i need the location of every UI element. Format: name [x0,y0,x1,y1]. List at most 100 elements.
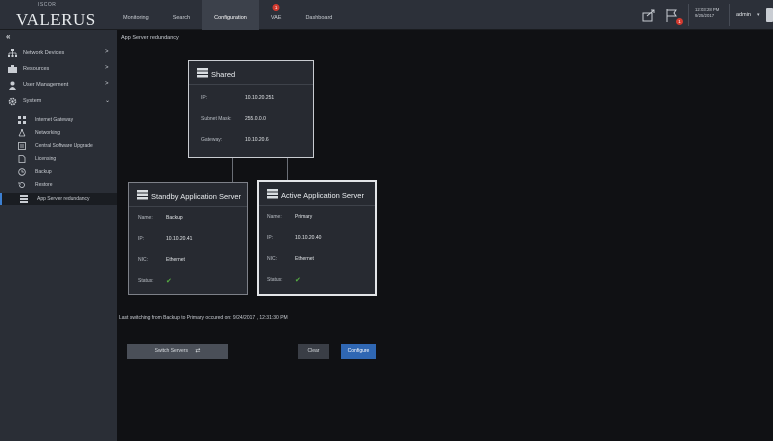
tab-search[interactable]: Search [161,0,202,30]
nic-label: NIC: [267,256,277,262]
divider [688,4,689,26]
last-switch-info: Last switching from Backup to Primary oc… [119,315,288,321]
sidebar-item-central-software-upgrade[interactable]: Central Software Upgrade [0,140,117,152]
status-ok-icon: ✔ [295,277,301,284]
sidebar-item-resources[interactable]: Resources > [0,62,117,77]
sidebar-item-label: Backup [35,169,52,175]
vae-badge: 1 [272,4,280,11]
clear-button[interactable]: Clear [298,344,329,359]
nic-value: Ethernet [295,256,314,262]
ip-value: 10.10.20.40 [295,235,322,241]
server-icon [137,190,148,200]
ip-label: IP: [267,235,274,241]
server-icon [197,68,208,78]
panel-title: Active Application Server [281,191,364,200]
gateway-value: 10.10.20.6 [245,137,269,143]
breadcrumb: App Server redundancy [121,35,179,41]
ip-value: 10.10.20.251 [245,95,275,101]
sidebar-item-label: App Server redundancy [37,196,90,202]
server-icon [20,195,28,203]
chevron-right-icon: > [105,81,109,87]
tab-label: Monitoring [123,15,149,21]
sidebar-item-internet-gateway[interactable]: Internet Gateway [0,114,117,126]
swap-icon: ⇄ [195,348,201,354]
user-menu[interactable]: admin [736,12,751,18]
resources-icon [8,65,17,74]
panel-title: Shared [211,70,236,79]
device-icon[interactable] [766,8,773,22]
connector-line [232,158,233,182]
backup-icon [18,168,26,176]
active-server-panel[interactable]: Active Application Server Name: Primary … [257,180,377,296]
sidebar-item-label: System [23,98,42,104]
top-bar: ISCOR VALERUS Monitoring Search Configur… [0,0,773,30]
tab-label: VAE [270,15,282,21]
nic-value: Ethernet [166,257,185,263]
sidebar-item-label: Networking [35,130,61,136]
sidebar-item-backup[interactable]: Backup [0,166,117,178]
subnet-mask-label: Subnet Mask: [201,116,232,122]
logo: ISCOR VALERUS [16,2,106,30]
button-label: Configure [347,348,370,354]
server-icon [267,189,278,199]
sidebar-item-label: Internet Gateway [35,117,74,123]
panel-title: Standby Application Server [151,192,242,201]
tab-vae[interactable]: 1 VAE [259,0,294,30]
license-icon [18,155,26,163]
sidebar-item-network-devices[interactable]: Network Devices > [0,46,117,61]
sidebar-item-label: Central Software Upgrade [35,143,93,149]
clock: 12:03:28 PM 9/25/2017 [695,7,725,19]
tab-monitoring[interactable]: Monitoring [111,0,161,30]
subnet-mask-value: 255.0.0.0 [245,116,266,122]
sidebar-item-label: Resources [23,66,50,72]
sidebar: « Network Devices > Resources > User Man… [0,30,117,441]
name-value: Primary [295,214,313,220]
user-icon [8,81,17,90]
shared-panel: Shared IP: 10.10.20.251 Subnet Mask: 255… [188,60,314,158]
status-label: Status: [138,278,154,284]
switch-servers-button[interactable]: Switch Servers ⇄ [127,344,228,359]
logo-text: VALERUS [16,10,96,29]
ip-label: IP: [138,236,145,242]
name-label: Name: [267,214,282,220]
sidebar-item-system[interactable]: System ⌄ [0,94,117,109]
panel-header: Standby Application Server [129,183,247,207]
gear-icon [8,97,17,106]
button-label: Switch Servers [154,348,188,354]
tab-label: Configuration [214,15,247,21]
sidebar-item-label: Restore [35,182,53,188]
tab-dashboard[interactable]: Dashboard [293,0,344,30]
tab-configuration[interactable]: Configuration [202,0,259,30]
configure-button[interactable]: Configure [341,344,376,359]
chevron-down-icon: ⌄ [105,98,111,104]
divider [729,4,730,26]
collapse-sidebar-icon[interactable]: « [6,32,10,41]
alarm-flag-icon[interactable]: 1 [664,7,683,25]
restore-icon [18,181,26,189]
sidebar-item-networking[interactable]: Networking [0,127,117,139]
status-ok-icon: ✔ [166,278,172,285]
standby-server-panel[interactable]: Standby Application Server Name: Backup … [128,182,248,295]
button-label: Clear [307,348,320,354]
alarm-badge: 1 [676,18,683,25]
sidebar-item-restore[interactable]: Restore [0,179,117,191]
upgrade-icon [18,142,26,150]
main-nav: Monitoring Search Configuration 1 VAE Da… [111,0,344,30]
gateway-label: Gateway: [201,137,223,143]
export-icon[interactable] [641,7,657,23]
tab-label: Dashboard [305,15,333,21]
chevron-down-icon[interactable]: ▾ [757,12,760,18]
chevron-right-icon: > [105,49,109,55]
gateway-icon [18,116,26,124]
sidebar-item-app-server-redundancy[interactable]: App Server redundancy [0,193,117,205]
ip-value: 10.10.20.41 [166,236,193,242]
network-icon [18,129,26,137]
sidebar-item-label: User Management [23,82,69,88]
network-devices-icon [8,49,17,58]
clock-date: 9/25/2017 [695,13,715,18]
name-value: Backup [166,215,183,221]
panel-header: Shared [189,61,313,85]
sidebar-item-user-management[interactable]: User Management > [0,78,117,93]
connector-line [287,158,288,182]
sidebar-item-licensing[interactable]: Licensing [0,153,117,165]
